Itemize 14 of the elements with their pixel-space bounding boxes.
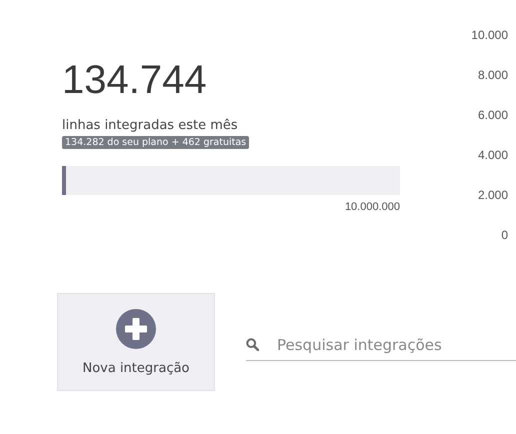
search-field[interactable]: Pesquisar integrações bbox=[277, 336, 516, 354]
plus-icon bbox=[116, 308, 156, 348]
usage-label: linhas integradas este mês bbox=[62, 118, 238, 133]
axis-label: 0 bbox=[501, 228, 508, 243]
usage-total: 134.744 bbox=[62, 58, 207, 102]
usage-limit: 10.000.000 bbox=[344, 201, 400, 213]
axis-label: 10.000 bbox=[471, 28, 508, 43]
axis-label: 8.000 bbox=[478, 68, 508, 83]
axis-label: 6.000 bbox=[478, 108, 508, 123]
usage-badge: 134.282 do seu plano + 462 gratuitas bbox=[62, 136, 250, 149]
search-icon bbox=[246, 338, 259, 351]
axis-label: 2.000 bbox=[478, 188, 508, 203]
new-integration-button[interactable]: Nova integração bbox=[57, 293, 215, 391]
axis-label: 4.000 bbox=[478, 148, 508, 163]
